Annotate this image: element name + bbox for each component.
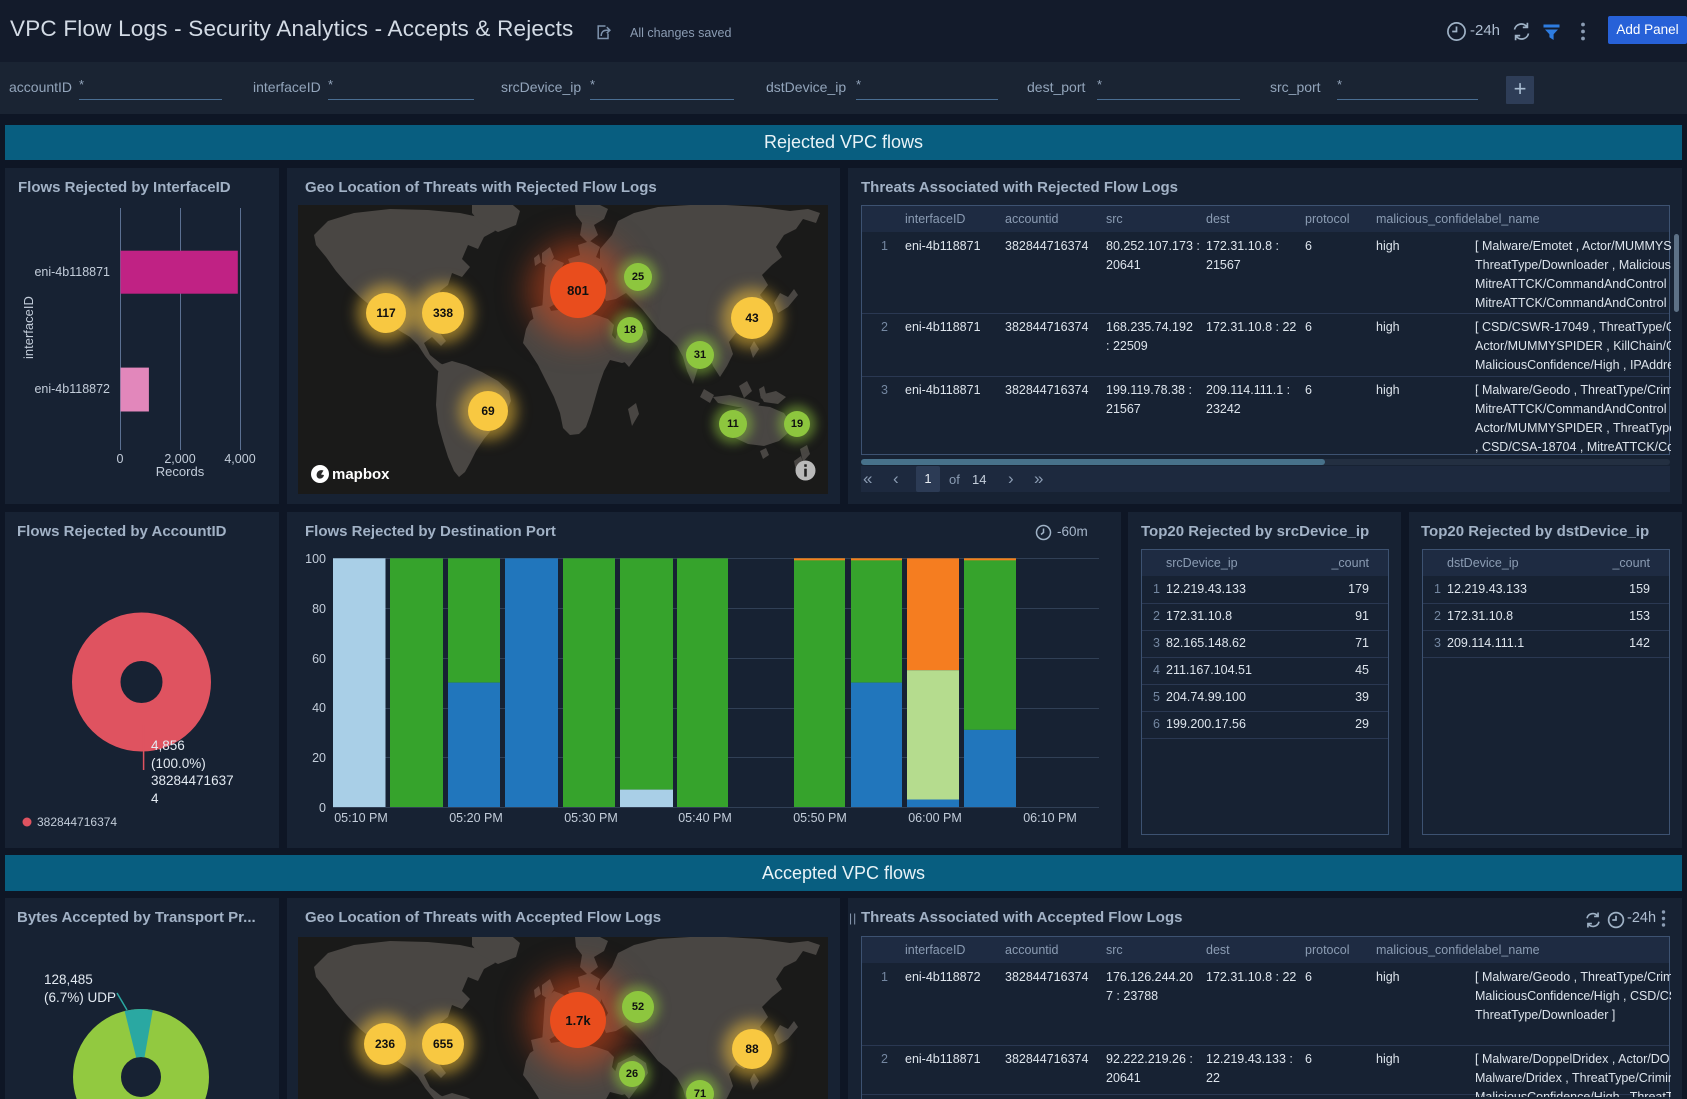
svg-text:mapbox: mapbox <box>332 466 390 483</box>
